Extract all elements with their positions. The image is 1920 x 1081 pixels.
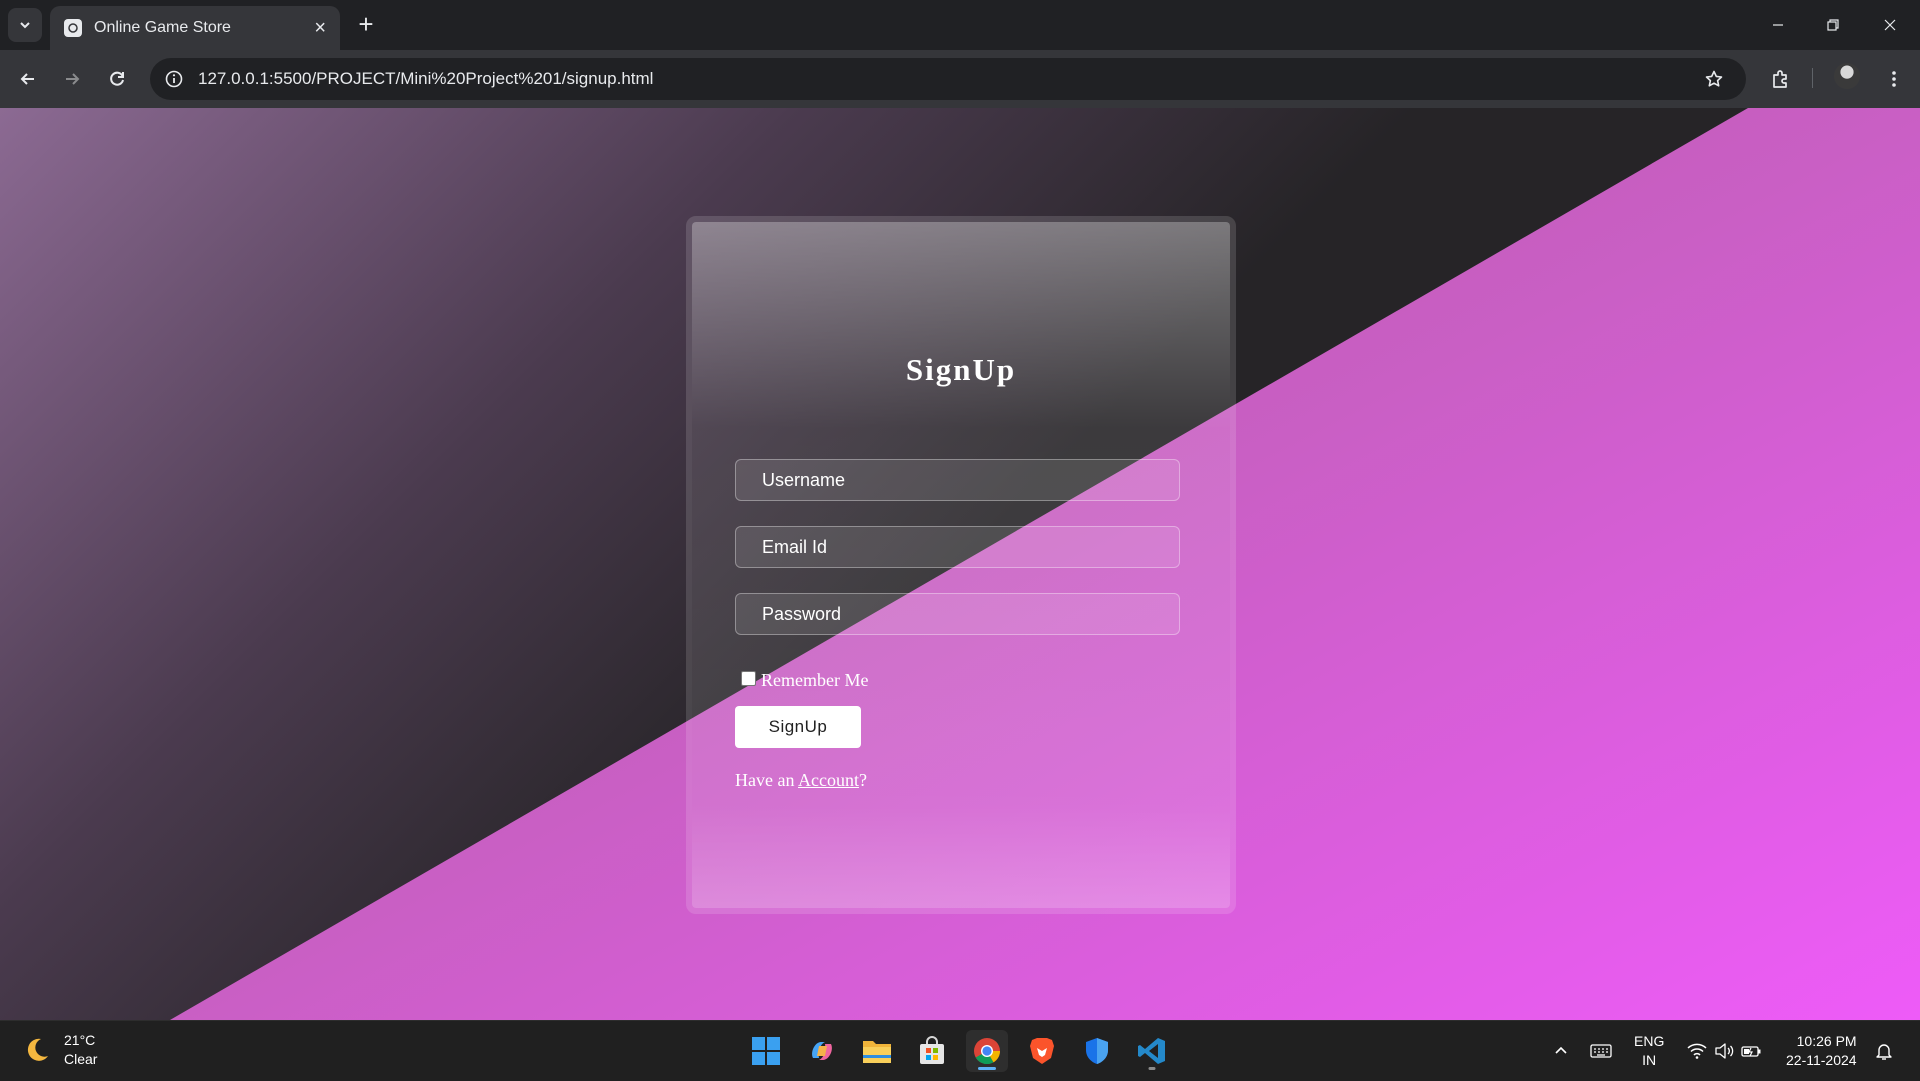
region-code: IN <box>1642 1052 1657 1068</box>
wifi-icon <box>1687 1043 1707 1059</box>
vscode-running-indicator <box>1148 1067 1156 1070</box>
store-bag-icon <box>920 1036 944 1064</box>
password-placeholder: Password <box>762 603 842 624</box>
weather-temperature: 21°C <box>64 1032 96 1048</box>
have-account-text: Have an Account? <box>735 770 867 791</box>
bookmark-star-icon[interactable] <box>1704 69 1724 89</box>
url-text: 127.0.0.1:5500/PROJECT/Mini%20Project%20… <box>198 69 654 88</box>
toolbar-separator <box>1812 68 1813 88</box>
windows-start-icon <box>752 1037 780 1065</box>
password-input[interactable]: Password <box>735 593 1180 635</box>
touch-keyboard-button[interactable] <box>1590 1021 1612 1081</box>
file-explorer-button[interactable] <box>856 1030 898 1072</box>
defender-button[interactable] <box>1076 1030 1118 1072</box>
page-title: SignUp <box>905 352 1017 387</box>
start-button[interactable] <box>745 1030 787 1072</box>
windows-taskbar: 21°C Clear ENG IN 10:26 PM 22-11-2024 <box>0 1020 1920 1081</box>
clock-button[interactable]: 10:26 PM 22-11-2024 <box>1786 1021 1857 1081</box>
folder-icon <box>863 1041 891 1063</box>
vscode-button[interactable] <box>1131 1030 1173 1072</box>
page-viewport: SignUp Username Email Id Password Rememb… <box>0 108 1920 1020</box>
brave-lion-icon <box>1030 1038 1054 1064</box>
remember-me-label[interactable]: Remember Me <box>761 670 868 691</box>
arrow-left-icon <box>20 73 34 85</box>
site-info-icon[interactable] <box>164 69 184 89</box>
profile-avatar[interactable] <box>1834 63 1860 89</box>
tab-close-icon[interactable]: × <box>314 18 326 38</box>
signup-button[interactable]: SignUp <box>735 706 861 748</box>
weather-widget[interactable]: 21°C Clear <box>22 1031 97 1069</box>
chrome-active-indicator <box>978 1067 996 1070</box>
language-code: ENG <box>1634 1033 1665 1049</box>
shield-icon <box>1086 1038 1108 1064</box>
battery-charging-icon <box>1741 1046 1761 1057</box>
close-icon <box>1884 19 1896 31</box>
arrow-right-icon <box>66 73 80 85</box>
keyboard-icon <box>1590 1044 1612 1058</box>
browser-toolbar: 127.0.0.1:5500/PROJECT/Mini%20Project%20… <box>0 50 1920 108</box>
tab-title: Online Game Store <box>94 19 231 36</box>
reload-button[interactable] <box>103 65 131 93</box>
address-bar[interactable]: 127.0.0.1:5500/PROJECT/Mini%20Project%20… <box>150 58 1746 100</box>
microsoft-store-button[interactable] <box>911 1030 953 1072</box>
account-link[interactable]: Account <box>798 770 859 790</box>
signup-card: SignUp Username Email Id Password Rememb… <box>686 216 1236 914</box>
restore-icon <box>1827 19 1839 31</box>
back-button[interactable] <box>14 65 42 93</box>
kebab-menu-icon <box>1892 71 1896 87</box>
close-window-button[interactable] <box>1870 10 1910 40</box>
puzzle-icon <box>1773 70 1787 88</box>
extensions-button[interactable] <box>1767 65 1795 93</box>
remember-me-checkbox[interactable] <box>741 671 756 686</box>
moon-icon <box>27 1038 48 1061</box>
tab-search-button[interactable] <box>8 8 42 42</box>
remember-me-row: Remember Me <box>741 670 868 691</box>
speaker-icon <box>1715 1043 1734 1059</box>
username-input[interactable]: Username <box>735 459 1180 501</box>
chrome-icon <box>974 1038 1001 1065</box>
account-prefix: Have an <box>735 770 798 790</box>
active-tab[interactable]: Online Game Store × <box>50 6 340 50</box>
clock-date: 22-11-2024 <box>1786 1052 1857 1068</box>
vscode-icon <box>1138 1038 1165 1064</box>
copilot-icon <box>812 1042 832 1060</box>
minimize-icon <box>1773 24 1783 26</box>
forward-button[interactable] <box>58 65 86 93</box>
chrome-button[interactable] <box>966 1030 1008 1072</box>
input-language-indicator[interactable]: ENG IN <box>1634 1021 1664 1081</box>
chevron-up-icon <box>1555 1046 1567 1054</box>
brave-button[interactable] <box>1021 1030 1063 1072</box>
reload-icon <box>110 71 124 86</box>
show-hidden-icons-button[interactable] <box>1552 1021 1570 1081</box>
account-suffix: ? <box>858 770 867 790</box>
browser-menu-button[interactable] <box>1880 65 1908 93</box>
weather-description: Clear <box>64 1051 98 1067</box>
notifications-button[interactable] <box>1875 1021 1893 1081</box>
email-input[interactable]: Email Id <box>735 526 1180 568</box>
username-placeholder: Username <box>762 469 846 490</box>
tab-favicon-icon <box>64 19 82 37</box>
bell-icon <box>1876 1044 1892 1060</box>
new-tab-button[interactable]: + <box>352 10 380 38</box>
restore-button[interactable] <box>1813 10 1853 40</box>
browser-tabstrip: Online Game Store × + <box>0 0 1920 50</box>
clock-time: 10:26 PM <box>1796 1033 1857 1049</box>
chevron-down-icon <box>20 22 30 29</box>
copilot-button[interactable] <box>801 1030 843 1072</box>
minimize-button[interactable] <box>1758 10 1798 40</box>
email-placeholder: Email Id <box>762 536 828 557</box>
quick-settings-button[interactable] <box>1686 1021 1762 1081</box>
